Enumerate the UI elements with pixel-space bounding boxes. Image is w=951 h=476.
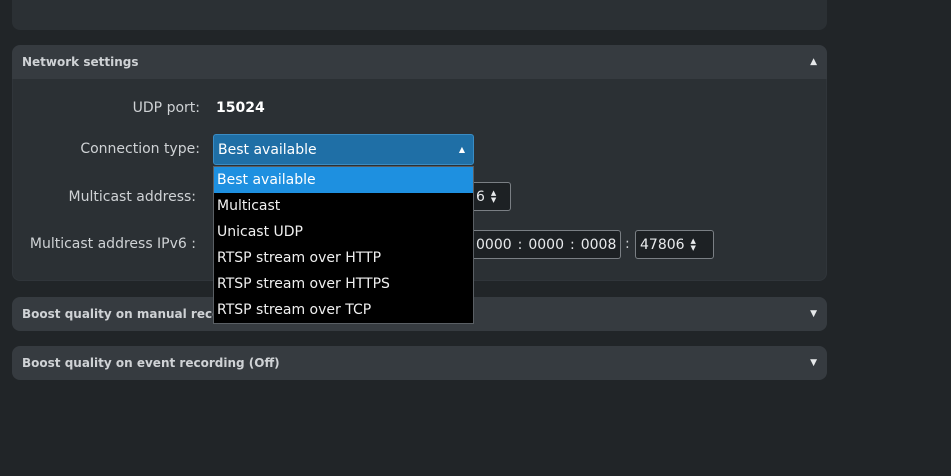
caret-down-icon[interactable]: ▼	[810, 309, 817, 319]
ipv6-port-spinner[interactable]: 47806 ▲ ▼	[635, 230, 714, 259]
connection-type-dropdown: Best available Multicast Unicast UDP RTS…	[213, 166, 474, 324]
boost-event-title: Boost quality on event recording (Off)	[22, 356, 280, 370]
ipv6-group[interactable]: 0000	[476, 237, 512, 253]
ipv6-port-value: 47806	[640, 236, 685, 253]
spinner-arrows-icon[interactable]: ▲ ▼	[691, 237, 696, 252]
udp-port-label: UDP port:	[132, 100, 200, 116]
boost-event-header[interactable]: Boost quality on event recording (Off) ▼	[12, 346, 827, 380]
boost-manual-title: Boost quality on manual record	[22, 307, 235, 321]
caret-up-icon: ▲	[458, 145, 465, 154]
port-separator: :	[625, 236, 630, 252]
multicast-address-label: Multicast address:	[68, 189, 196, 205]
network-settings-header[interactable]: Network settings ▲	[12, 45, 827, 79]
connection-type-select[interactable]: Best available ▲	[213, 134, 474, 165]
ipv6-group[interactable]: 0000	[528, 237, 564, 253]
connection-type-value: Best available	[218, 141, 317, 158]
dropdown-option[interactable]: RTSP stream over HTTPS	[214, 271, 473, 297]
multicast-ipv6-label: Multicast address IPv6 :	[29, 236, 196, 252]
dropdown-option[interactable]: Unicast UDP	[214, 219, 473, 245]
spinner-arrows-icon[interactable]: ▲ ▼	[491, 189, 496, 204]
dropdown-option[interactable]: Best available	[214, 167, 473, 193]
caret-up-icon[interactable]: ▲	[810, 57, 817, 67]
ipv6-separator: :	[570, 236, 575, 253]
dropdown-option[interactable]: RTSP stream over TCP	[214, 297, 473, 323]
ipv6-group[interactable]: 0008	[581, 237, 617, 253]
ipv6-separator: :	[517, 236, 523, 253]
caret-down-icon[interactable]: ▼	[810, 358, 817, 368]
udp-port-value: 15024	[216, 100, 265, 116]
network-settings-title: Network settings	[22, 55, 139, 69]
dropdown-option[interactable]: RTSP stream over HTTP	[214, 245, 473, 271]
previous-section-panel	[12, 0, 827, 30]
ipv6-address-field[interactable]: 0000 : 0000 : 0008	[466, 230, 621, 259]
dropdown-option[interactable]: Multicast	[214, 193, 473, 219]
connection-type-label: Connection type:	[80, 141, 200, 157]
